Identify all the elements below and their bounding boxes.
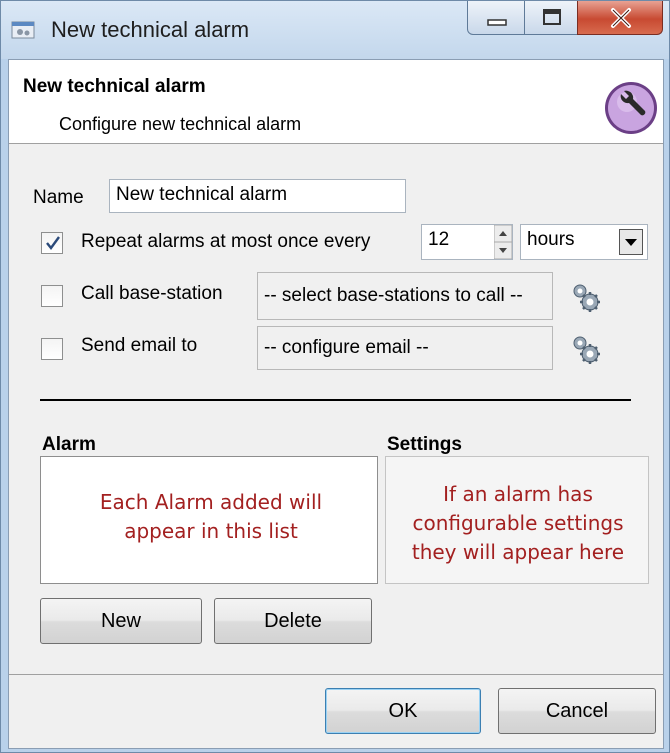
cancel-button[interactable]: Cancel xyxy=(498,688,656,734)
interval-spin-buttons[interactable] xyxy=(493,224,513,260)
settings-section-title: Settings xyxy=(387,434,462,455)
header-subtitle: Configure new technical alarm xyxy=(59,114,302,134)
checkmark-icon xyxy=(46,236,60,250)
email-config-field[interactable]: -- configure email -- xyxy=(257,326,553,370)
delete-alarm-button[interactable]: Delete xyxy=(214,598,372,644)
repeat-unit-value: hours xyxy=(527,229,575,250)
close-icon xyxy=(611,8,631,28)
minimize-icon xyxy=(487,19,507,26)
settings-panel: If an alarm has configurable settings th… xyxy=(385,456,649,584)
dialog-header: New technical alarm Configure new techni… xyxy=(9,60,663,144)
minimize-button[interactable] xyxy=(467,1,525,35)
unit-dropdown-button[interactable] xyxy=(619,229,643,255)
header-title: New technical alarm xyxy=(23,76,206,97)
name-label: Name xyxy=(33,187,84,208)
repeat-checkbox[interactable] xyxy=(41,232,63,254)
send-email-label: Send email to xyxy=(81,335,198,356)
window-controls xyxy=(467,1,663,37)
section-divider xyxy=(40,399,631,401)
ok-button[interactable]: OK xyxy=(325,688,481,734)
chevron-down-icon xyxy=(625,239,637,246)
gear-icon[interactable] xyxy=(569,332,603,366)
dialog-window: New technical alarm New technical alarm … xyxy=(0,0,670,753)
new-alarm-button[interactable]: New xyxy=(40,598,202,644)
send-email-checkbox[interactable] xyxy=(41,338,63,360)
repeat-label: Repeat alarms at most once every xyxy=(81,231,371,252)
dialog-content: New technical alarm Configure new techni… xyxy=(8,59,664,749)
gear-icon[interactable] xyxy=(569,280,603,314)
footer-divider xyxy=(9,674,663,675)
maximize-icon xyxy=(543,9,561,25)
settings-panel-note: If an alarm has configurable settings th… xyxy=(411,482,625,564)
window-title: New technical alarm xyxy=(51,17,250,42)
call-base-station-checkbox[interactable] xyxy=(41,285,63,307)
title-bar[interactable]: New technical alarm xyxy=(1,1,669,59)
close-button[interactable] xyxy=(577,1,663,35)
name-input[interactable]: New technical alarm xyxy=(109,179,406,213)
call-base-station-label: Call base-station xyxy=(81,283,223,304)
wrench-icon xyxy=(603,80,659,136)
alarm-list-note: Each Alarm added will appear in this lis… xyxy=(99,490,323,543)
maximize-button[interactable] xyxy=(524,1,578,35)
base-station-select-field[interactable]: -- select base-stations to call -- xyxy=(257,272,553,320)
alarm-list[interactable]: Each Alarm added will appear in this lis… xyxy=(40,456,378,584)
app-icon xyxy=(11,19,37,41)
alarm-section-title: Alarm xyxy=(42,434,96,455)
